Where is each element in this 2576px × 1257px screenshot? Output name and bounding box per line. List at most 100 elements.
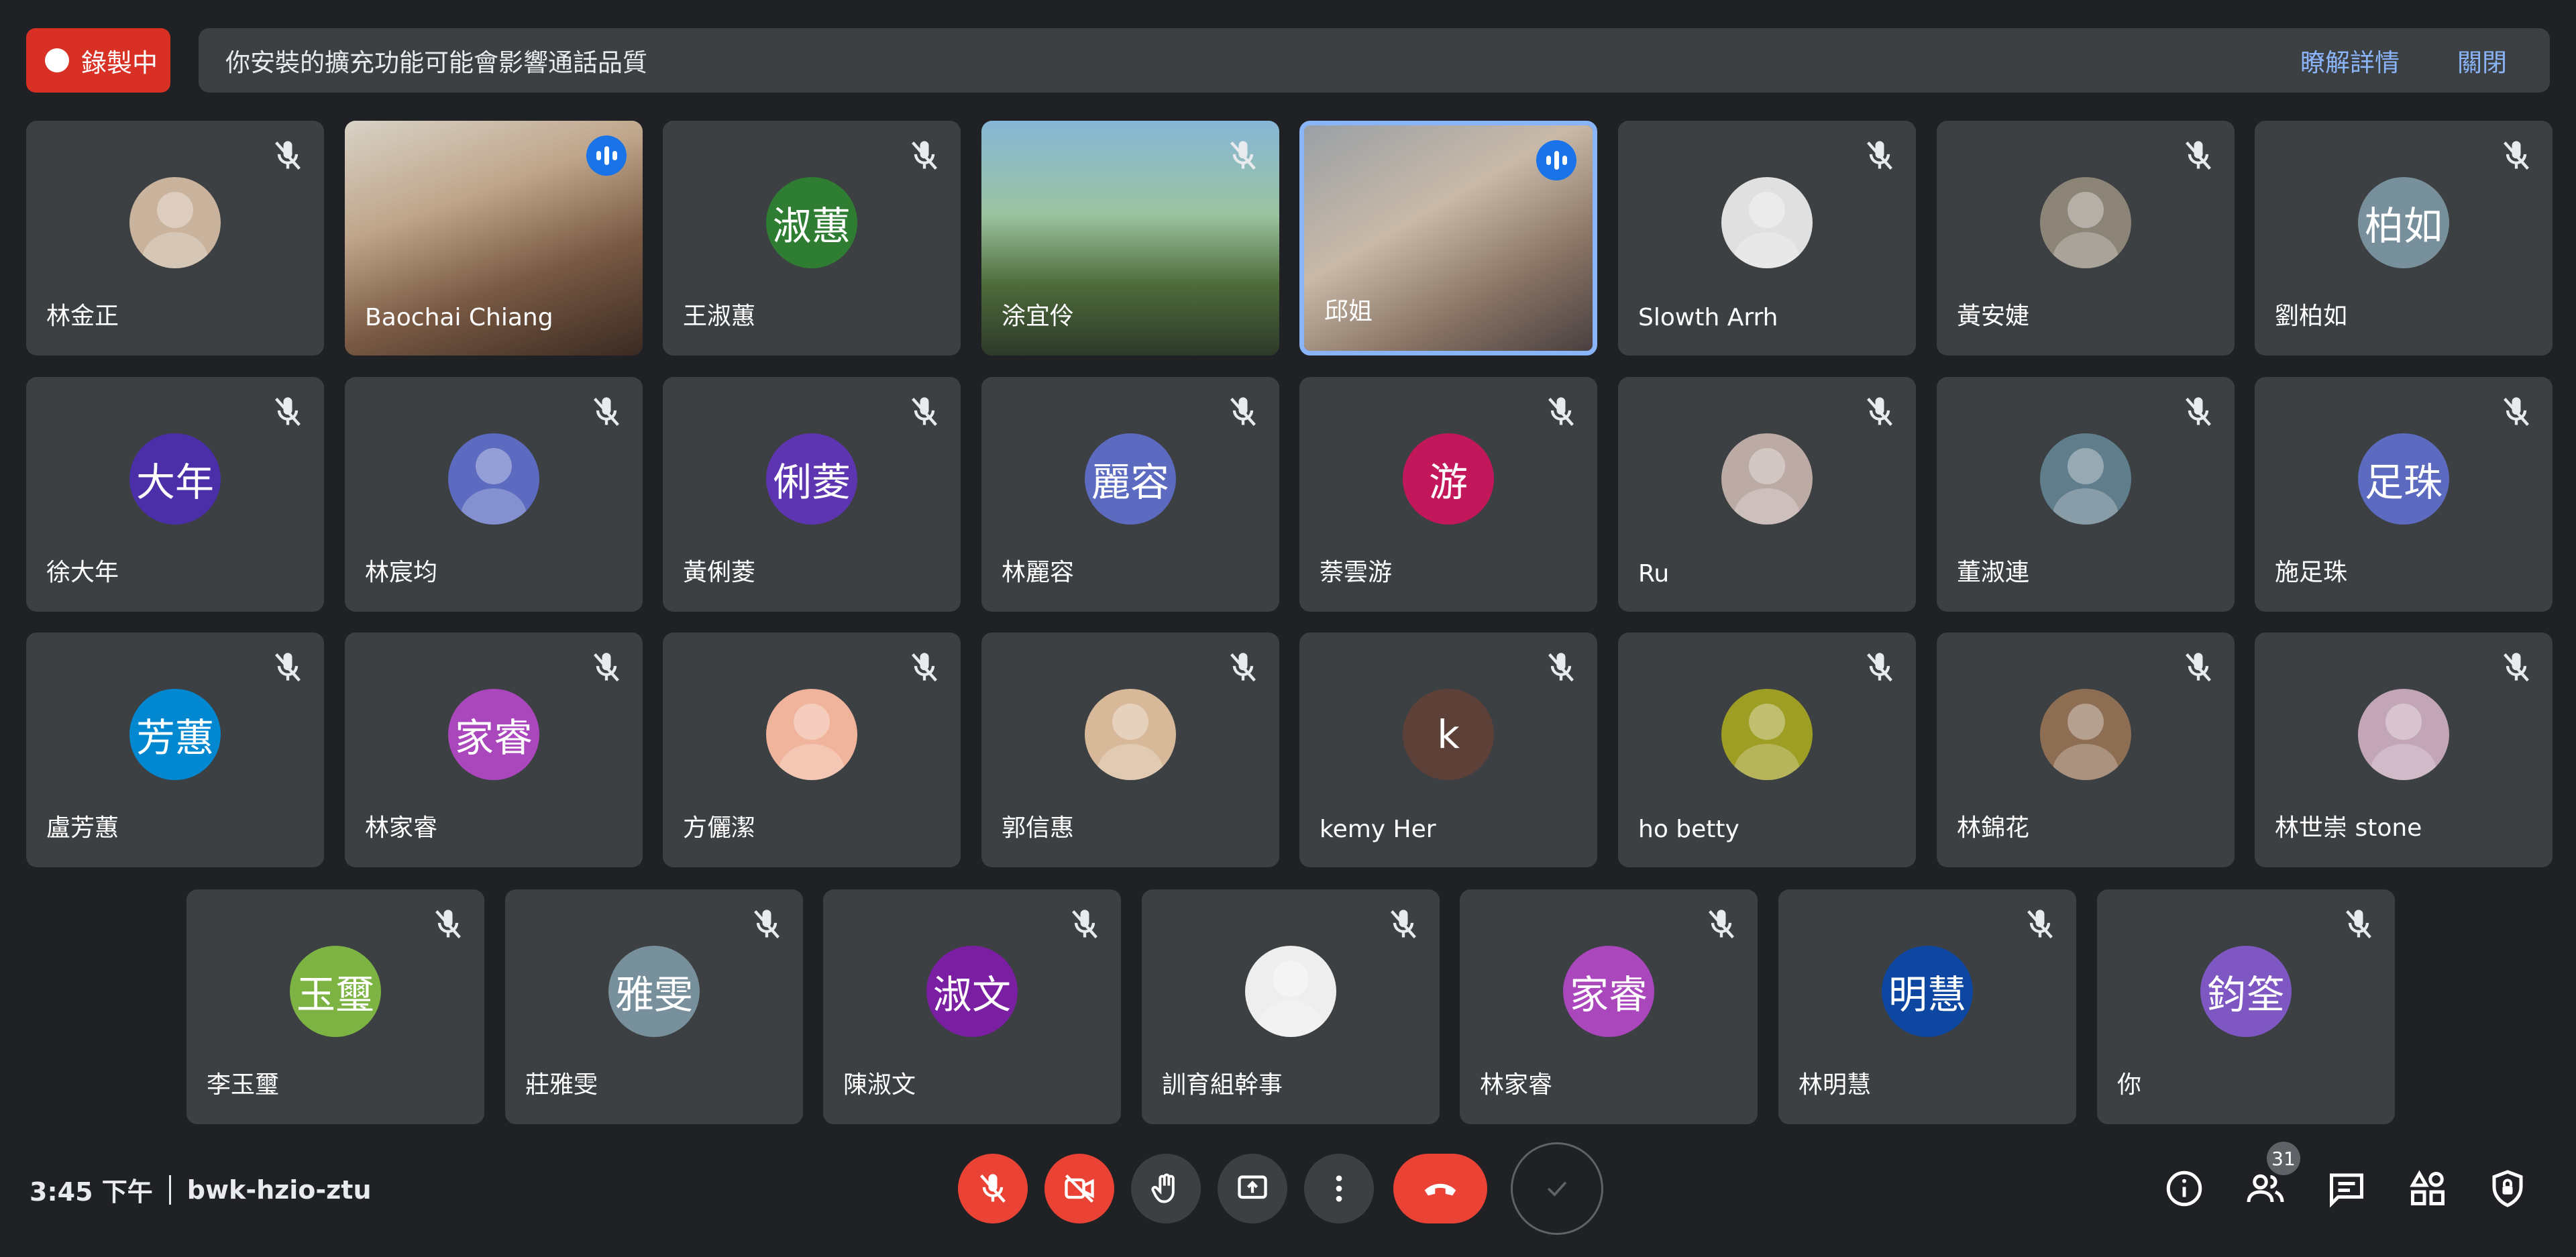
reactions-button[interactable]	[1511, 1142, 1603, 1235]
mic-off-icon	[907, 138, 942, 173]
mic-off-icon	[2499, 394, 2534, 429]
participant-tile[interactable]: 大年 徐大年	[26, 377, 324, 612]
info-icon	[2166, 1170, 2202, 1207]
toggle-mic-button[interactable]	[958, 1154, 1028, 1223]
mic-off-icon	[1862, 394, 1897, 429]
participant-tile[interactable]: 郭信惠	[981, 633, 1279, 867]
participant-avatar	[1721, 433, 1813, 525]
host-controls-icon	[2492, 1170, 2523, 1207]
recording-label: 錄製中	[81, 48, 158, 78]
participant-tile[interactable]: 俐菱 黃俐菱	[663, 377, 961, 612]
participant-tile[interactable]: 明慧 林明慧	[1778, 889, 2076, 1124]
participant-name: 王淑蕙	[683, 303, 756, 330]
leave-call-button[interactable]	[1393, 1154, 1487, 1223]
meeting-code[interactable]: bwk-hzio-ztu	[187, 1175, 372, 1205]
toggle-camera-button[interactable]	[1044, 1154, 1114, 1223]
dismiss-notice-button[interactable]: 關閉	[2457, 42, 2507, 78]
participant-tile[interactable]: 林金正	[26, 121, 324, 356]
learn-more-link[interactable]: 瞭解詳情	[2300, 42, 2400, 78]
participant-avatar: 大年	[129, 433, 221, 525]
participant-name: 盧芳蕙	[46, 814, 119, 842]
participant-avatar	[448, 433, 539, 525]
participant-tile[interactable]: 涂宜伶	[981, 121, 1279, 356]
mic-off-icon	[1226, 138, 1260, 173]
chat-button[interactable]	[2325, 1167, 2368, 1210]
host-controls-button[interactable]	[2486, 1167, 2529, 1210]
mic-off-icon	[1544, 650, 1578, 685]
raise-hand-button[interactable]	[1131, 1154, 1201, 1223]
meeting-info: 3:45 下午 bwk-hzio-ztu	[30, 1171, 372, 1208]
participant-tile[interactable]: 芳蕙盧芳蕙	[26, 633, 324, 867]
participant-avatar: 家睿	[1563, 946, 1654, 1037]
mic-off-icon	[431, 907, 466, 942]
participant-tile[interactable]: Ru	[1618, 377, 1916, 612]
participant-tile[interactable]: 方儷潔	[663, 633, 961, 867]
mic-off-icon	[1386, 907, 1421, 942]
participant-tile[interactable]: 林宸均	[345, 377, 643, 612]
meeting-details-button[interactable]	[2163, 1167, 2206, 1210]
present-screen-icon	[1238, 1175, 1267, 1199]
participant-name: 董淑連	[1957, 559, 2030, 586]
mic-off-icon	[749, 907, 784, 942]
raise-hand-icon	[1151, 1173, 1175, 1203]
participant-tile[interactable]: 黃安婕	[1937, 121, 2235, 356]
more-vert-icon	[1336, 1175, 1342, 1202]
participant-avatar: k	[1403, 689, 1494, 780]
participant-name: 涂宜伶	[1002, 303, 1075, 330]
mic-off-icon	[1067, 907, 1102, 942]
participant-avatar: 芳蕙	[129, 689, 221, 780]
participants-count-badge: 31	[2267, 1142, 2300, 1175]
mic-off-icon	[907, 650, 942, 685]
participant-name: kemy Her	[1320, 816, 1436, 843]
participant-tile[interactable]: 淑蕙王淑蕙	[663, 121, 961, 356]
participant-name: 邱姐	[1324, 298, 1373, 325]
mic-off-icon	[589, 394, 624, 429]
participant-tile[interactable]: 董淑連	[1937, 377, 2235, 612]
activities-button[interactable]	[2406, 1167, 2449, 1210]
participant-tile[interactable]: 淑文 陳淑文	[823, 889, 1121, 1124]
participant-tile[interactable]: k kemy Her	[1299, 633, 1597, 867]
present-screen-button[interactable]	[1218, 1154, 1287, 1223]
participant-tile[interactable]: Slowth Arrh	[1618, 121, 1916, 356]
mic-off-icon	[2181, 138, 2216, 173]
participant-avatar: 鈞筌	[2200, 946, 2292, 1037]
participant-tile[interactable]: 邱姐	[1299, 121, 1597, 356]
participant-tile[interactable]: 游萘雲游	[1299, 377, 1597, 612]
participant-tile[interactable]: 足珠 施足珠	[2255, 377, 2553, 612]
participant-name: 林錦花	[1957, 814, 2030, 842]
more-options-button[interactable]	[1304, 1154, 1374, 1223]
participant-tile[interactable]: ho betty	[1618, 633, 1916, 867]
participant-tile[interactable]: Baochai Chiang	[345, 121, 643, 356]
participant-tile[interactable]: 雅雯 莊雅雯	[505, 889, 803, 1124]
participant-avatar: 淑蕙	[766, 177, 857, 268]
participant-tile[interactable]: 麗容 林麗容	[981, 377, 1279, 612]
participant-name: ho betty	[1638, 816, 1739, 843]
participant-tile[interactable]: 玉璽 李玉璽	[186, 889, 484, 1124]
participant-name: 林宸均	[365, 559, 438, 586]
activities-icon	[2410, 1170, 2445, 1205]
end-call-icon	[1424, 1183, 1456, 1196]
participant-name: 萘雲游	[1320, 559, 1393, 586]
participant-avatar	[766, 689, 857, 780]
participant-name: 陳淑文	[843, 1071, 916, 1099]
participant-tile[interactable]: 家睿 林家睿	[345, 633, 643, 867]
participant-tile[interactable]: 家睿 林家睿	[1460, 889, 1758, 1124]
participant-name: Baochai Chiang	[365, 304, 553, 331]
mic-off-icon	[2023, 907, 2057, 942]
participant-tile[interactable]: 柏如 劉柏如	[2255, 121, 2553, 356]
participant-tile[interactable]: 訓育組幹事	[1142, 889, 1440, 1124]
notice-text: 你安裝的擴充功能可能會影響通話品質	[225, 48, 647, 77]
extension-notice-bar: 你安裝的擴充功能可能會影響通話品質 瞭解詳情 關閉	[199, 28, 2550, 93]
speaking-indicator-icon	[586, 135, 627, 176]
participant-name: Ru	[1638, 560, 1670, 588]
participant-avatar	[1721, 689, 1813, 780]
participant-tile[interactable]: 鈞筌你	[2097, 889, 2395, 1124]
participant-avatar: 家睿	[448, 689, 539, 780]
participant-avatar: 俐菱	[766, 433, 857, 525]
participant-name: 訓育組幹事	[1162, 1071, 1283, 1099]
participant-avatar: 麗容	[1085, 433, 1176, 525]
recording-button[interactable]: 錄製中	[26, 28, 170, 93]
participant-name: 林明慧	[1799, 1071, 1872, 1099]
participant-tile[interactable]: 林世崇 stone	[2255, 633, 2553, 867]
participant-tile[interactable]: 林錦花	[1937, 633, 2235, 867]
